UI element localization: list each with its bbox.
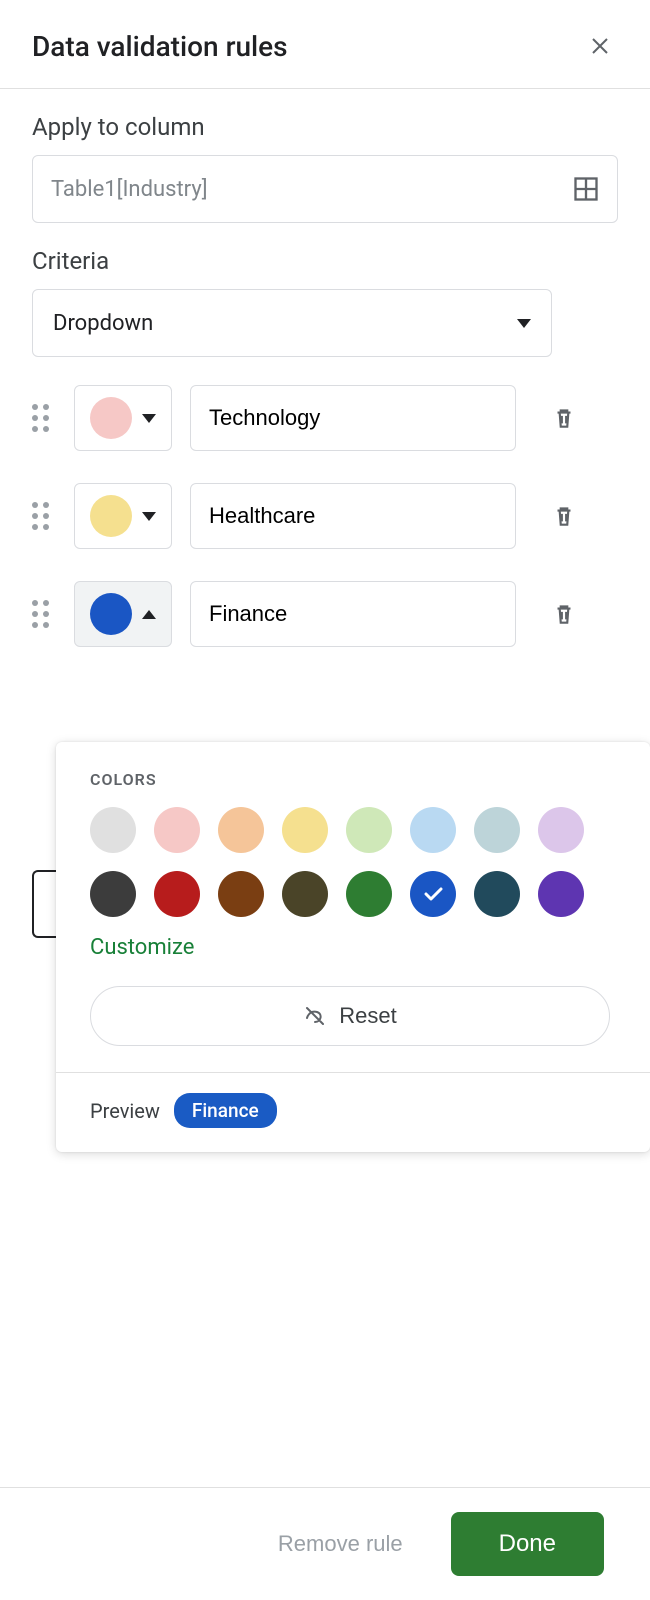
- color-swatch[interactable]: [346, 871, 392, 917]
- color-swatch[interactable]: [282, 871, 328, 917]
- partial-element: [32, 870, 56, 938]
- close-icon: [588, 34, 612, 58]
- option-label-input[interactable]: [190, 483, 516, 549]
- criteria-select[interactable]: Dropdown: [32, 289, 552, 357]
- color-swatch[interactable]: [154, 871, 200, 917]
- criteria-label: Criteria: [32, 247, 618, 275]
- dialog-header: Data validation rules: [0, 0, 650, 89]
- color-chip-selector[interactable]: [74, 581, 172, 647]
- apply-label: Apply to column: [32, 113, 618, 141]
- color-swatch[interactable]: [538, 871, 584, 917]
- color-swatch[interactable]: [154, 807, 200, 853]
- chevron-up-icon: [142, 610, 156, 619]
- grid-select-icon[interactable]: [572, 175, 600, 203]
- apply-column-input[interactable]: Table1[Industry]: [32, 155, 618, 223]
- color-chip-selector[interactable]: [74, 483, 172, 549]
- option-label-input[interactable]: [190, 385, 516, 451]
- reset-icon: [303, 1004, 327, 1028]
- drag-handle-icon[interactable]: [32, 502, 56, 530]
- color-swatch[interactable]: [474, 807, 520, 853]
- delete-option-button[interactable]: [544, 398, 584, 438]
- color-swatch-row-dark: [90, 871, 616, 917]
- preview-chip: Finance: [174, 1093, 277, 1128]
- color-chip: [90, 495, 132, 537]
- criteria-section: Criteria Dropdown: [0, 223, 650, 357]
- trash-icon: [551, 405, 577, 431]
- chevron-down-icon: [142, 512, 156, 521]
- option-row: [32, 483, 618, 549]
- color-picker-popup: COLORS Customize Reset Preview Finance: [56, 742, 650, 1152]
- color-chip: [90, 593, 132, 635]
- color-swatch[interactable]: [90, 807, 136, 853]
- divider: [56, 1072, 650, 1073]
- reset-label: Reset: [339, 1003, 396, 1029]
- apply-to-column-section: Apply to column Table1[Industry]: [0, 89, 650, 223]
- drag-handle-icon[interactable]: [32, 600, 56, 628]
- color-chip: [90, 397, 132, 439]
- color-swatch[interactable]: [218, 871, 264, 917]
- color-popup-title: COLORS: [90, 770, 616, 789]
- dropdown-options-list: [0, 357, 650, 647]
- done-button[interactable]: Done: [451, 1512, 604, 1576]
- preview-row: Preview Finance: [56, 1093, 650, 1128]
- apply-column-value: Table1[Industry]: [51, 177, 208, 202]
- color-swatch[interactable]: [218, 807, 264, 853]
- dialog-title: Data validation rules: [32, 30, 288, 63]
- option-label-input[interactable]: [190, 581, 516, 647]
- color-swatch[interactable]: [474, 871, 520, 917]
- color-swatch[interactable]: [90, 871, 136, 917]
- option-row: [32, 581, 618, 647]
- dialog-footer: Remove rule Done: [0, 1487, 650, 1600]
- color-swatch[interactable]: [410, 871, 456, 917]
- remove-rule-button[interactable]: Remove rule: [254, 1517, 427, 1571]
- trash-icon: [551, 601, 577, 627]
- check-icon: [421, 882, 445, 906]
- delete-option-button[interactable]: [544, 496, 584, 536]
- color-swatch[interactable]: [282, 807, 328, 853]
- reset-button[interactable]: Reset: [90, 986, 610, 1046]
- chevron-down-icon: [517, 319, 531, 328]
- delete-option-button[interactable]: [544, 594, 584, 634]
- color-chip-selector[interactable]: [74, 385, 172, 451]
- preview-label: Preview: [90, 1099, 160, 1123]
- customize-link[interactable]: Customize: [90, 935, 616, 960]
- drag-handle-icon[interactable]: [32, 404, 56, 432]
- color-swatch[interactable]: [410, 807, 456, 853]
- color-swatch[interactable]: [346, 807, 392, 853]
- option-row: [32, 385, 618, 451]
- chevron-down-icon: [142, 414, 156, 423]
- color-swatch-row-light: [90, 807, 616, 853]
- trash-icon: [551, 503, 577, 529]
- color-swatch[interactable]: [538, 807, 584, 853]
- close-button[interactable]: [582, 28, 618, 64]
- criteria-value: Dropdown: [53, 311, 153, 336]
